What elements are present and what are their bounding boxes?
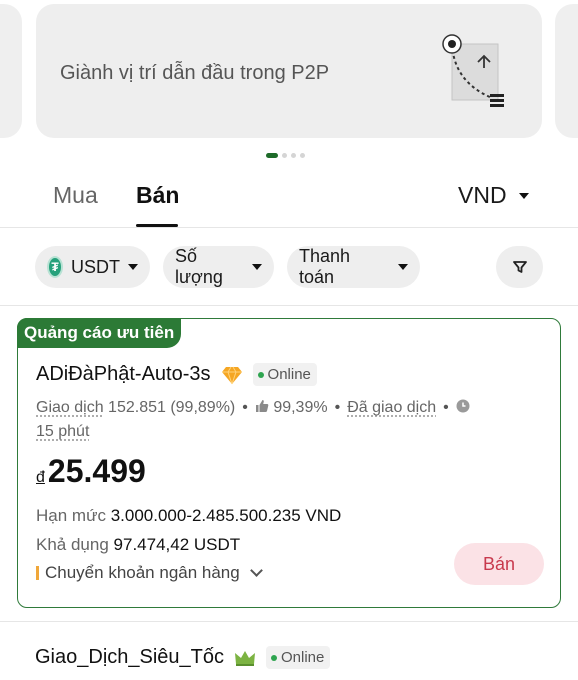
caret-down-icon: [398, 264, 408, 270]
clock-icon: [456, 399, 470, 413]
limit-value: 3.000.000-2.485.500.235 VND: [110, 506, 342, 525]
available-label: Khả dụng: [36, 535, 109, 554]
promo-banner[interactable]: Giành vị trí dẫn đầu trong P2P: [36, 4, 542, 138]
diamond-icon: [221, 366, 242, 384]
online-dot-icon: [271, 654, 277, 661]
status-label: Online: [267, 366, 311, 383]
ad-card[interactable]: Quảng cáo ưu tiên ADiĐàPhật-Auto-3s Onli…: [17, 318, 561, 608]
caret-down-icon: [518, 192, 529, 199]
status-badge: Online: [252, 363, 317, 386]
chevron-down-icon: [249, 564, 263, 577]
sell-button[interactable]: Bán: [454, 543, 544, 585]
payment-method-label: Chuyển khoản ngân hàng: [45, 563, 240, 582]
divider: [0, 305, 578, 306]
currency-selector[interactable]: VND: [458, 182, 529, 209]
asset-filter-label: USDT: [71, 256, 120, 277]
tab-sell[interactable]: Bán: [136, 182, 179, 209]
usdt-icon: ₮: [47, 256, 63, 278]
payment-method-row[interactable]: Chuyển khoản ngân hàng: [36, 563, 263, 583]
carousel-dot-active[interactable]: [266, 153, 278, 158]
available-value: 97.474,42 USDT: [113, 535, 241, 554]
merchant-name[interactable]: Giao_Dịch_Siêu_Tốc: [35, 646, 224, 669]
carousel-dot[interactable]: [300, 153, 305, 158]
currency-label: VND: [458, 182, 507, 208]
filter-button[interactable]: [496, 246, 543, 288]
online-dot-icon: [257, 371, 264, 378]
like-rate: 99,39%: [273, 399, 328, 416]
limit-row: Hạn mức 3.000.000-2.485.500.235 VND: [36, 506, 341, 526]
payment-method-marker: [36, 566, 39, 580]
divider: [0, 621, 578, 622]
status-badge: Online: [266, 646, 331, 669]
carousel-dot[interactable]: [282, 153, 287, 158]
available-row: Khả dụng 97.474,42 USDT: [36, 535, 240, 555]
carousel-dot[interactable]: [291, 153, 296, 158]
funnel-icon: [512, 261, 527, 273]
amount-filter-label: Số lượng: [175, 246, 223, 287]
carousel-indicator: [266, 153, 305, 158]
payment-filter[interactable]: Thanh toán: [287, 246, 420, 288]
caret-down-icon: [252, 264, 262, 270]
banner-next-slide[interactable]: [555, 4, 578, 138]
payment-filter-label: Thanh toán: [299, 246, 351, 287]
thumbs-up-icon: [255, 400, 269, 412]
amount-filter[interactable]: Số lượng: [163, 246, 274, 288]
trades-value: 152.851 (99,89%): [108, 399, 236, 416]
crown-icon: [235, 650, 255, 666]
caret-down-icon: [128, 264, 138, 270]
trades-label[interactable]: Giao dịch: [36, 399, 104, 416]
divider: [0, 227, 578, 228]
merchant-name[interactable]: ADiĐàPhật-Auto-3s: [36, 363, 211, 386]
currency-symbol: đ: [36, 469, 45, 486]
route-illustration-icon: [442, 34, 504, 107]
tab-buy[interactable]: Mua: [53, 182, 98, 209]
banner-text: Giành vị trí dẫn đầu trong P2P: [60, 62, 330, 84]
price-value: 25.499: [47, 453, 146, 489]
limit-label: Hạn mức: [36, 506, 106, 525]
merchant-row: ADiĐàPhật-Auto-3s Online: [36, 363, 317, 386]
merchant-row: Giao_Dịch_Siêu_Tốc Online: [35, 646, 331, 669]
price: đ 25.499: [36, 453, 146, 490]
asset-filter[interactable]: ₮ USDT: [35, 246, 150, 288]
completed-label[interactable]: Đã giao dịch: [347, 399, 436, 416]
status-label: Online: [281, 649, 325, 666]
banner-prev-slide[interactable]: [0, 4, 22, 138]
promoted-badge: Quảng cáo ưu tiên: [17, 318, 182, 348]
avg-time[interactable]: 15 phút: [36, 423, 89, 440]
merchant-stats: Giao dịch 152.851 (99,89%) • 99,39% • Đã gi…: [36, 396, 536, 444]
